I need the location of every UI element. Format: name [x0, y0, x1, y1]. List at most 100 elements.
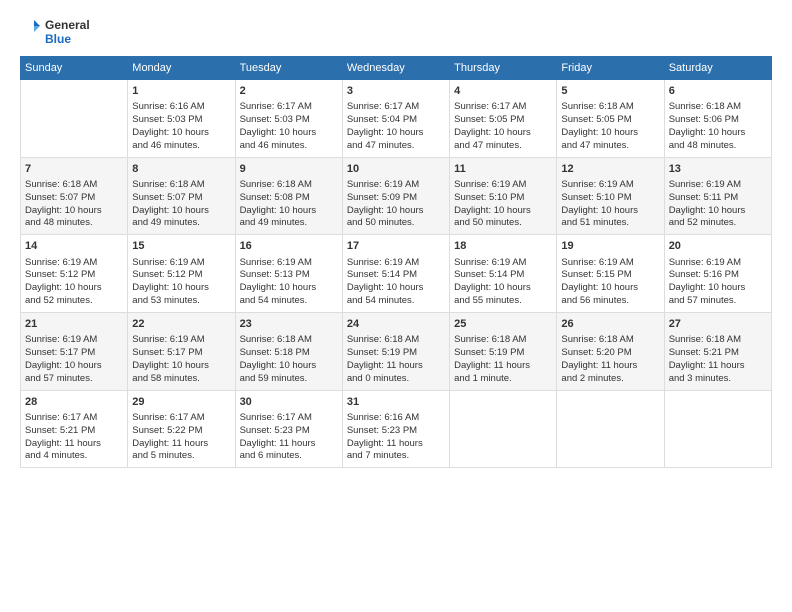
- day-number: 29: [132, 395, 230, 410]
- calendar-cell: 26Sunrise: 6:18 AM Sunset: 5:20 PM Dayli…: [557, 312, 664, 390]
- calendar-cell: 3 Sunrise: 6:17 AM Sunset: 5:04 PM Daylig…: [342, 80, 449, 158]
- day-number: 8: [132, 162, 230, 177]
- calendar-cell: [21, 80, 128, 158]
- calendar-cell: 30 Sunrise: 6:17 AM Sunset: 5:23 PM Dayli…: [235, 390, 342, 468]
- calendar-cell: 29 Sunrise: 6:17 AM Sunset: 5:22 PM Dayli…: [128, 390, 235, 468]
- week-row-2: 7 Sunrise: 6:18 AM Sunset: 5:07 PM Daylig…: [21, 157, 772, 235]
- calendar-cell: 2Sunrise: 6:17 AM Sunset: 5:03 PM Daylig…: [235, 80, 342, 158]
- calendar-cell: 13 Sunrise: 6:19 AM Sunset: 5:11 PM Dayli…: [664, 157, 771, 235]
- header: General Blue: [20, 18, 772, 48]
- day-number: 6: [669, 84, 767, 99]
- calendar-cell: 14Sunrise: 6:19 AM Sunset: 5:12 PM Dayli…: [21, 235, 128, 313]
- calendar-cell: 31Sunrise: 6:16 AM Sunset: 5:23 PM Dayli…: [342, 390, 449, 468]
- day-content: Sunrise: 6:18 AM Sunset: 5:06 PM Dayligh…: [669, 101, 767, 152]
- day-number: 3: [347, 84, 445, 99]
- calendar-cell: [450, 390, 557, 468]
- day-content: Sunrise: 6:17 AM Sunset: 5:05 PM Dayligh…: [454, 101, 552, 152]
- day-number: 24: [347, 317, 445, 332]
- day-content: Sunrise: 6:17 AM Sunset: 5:22 PM Dayligh…: [132, 412, 230, 463]
- day-number: 22: [132, 317, 230, 332]
- day-content: Sunrise: 6:19 AM Sunset: 5:12 PM Dayligh…: [132, 257, 230, 308]
- day-content: Sunrise: 6:18 AM Sunset: 5:19 PM Dayligh…: [454, 334, 552, 385]
- day-number: 17: [347, 239, 445, 254]
- day-content: Sunrise: 6:17 AM Sunset: 5:04 PM Dayligh…: [347, 101, 445, 152]
- day-content: Sunrise: 6:19 AM Sunset: 5:14 PM Dayligh…: [454, 257, 552, 308]
- calendar-cell: 11 Sunrise: 6:19 AM Sunset: 5:10 PM Dayli…: [450, 157, 557, 235]
- calendar-cell: 16Sunrise: 6:19 AM Sunset: 5:13 PM Dayli…: [235, 235, 342, 313]
- day-number: 25: [454, 317, 552, 332]
- calendar-cell: 10 Sunrise: 6:19 AM Sunset: 5:09 PM Dayli…: [342, 157, 449, 235]
- day-number: 10: [347, 162, 445, 177]
- calendar-table: SundayMondayTuesdayWednesdayThursdayFrid…: [20, 56, 772, 468]
- calendar-cell: 7 Sunrise: 6:18 AM Sunset: 5:07 PM Daylig…: [21, 157, 128, 235]
- day-content: Sunrise: 6:16 AM Sunset: 5:03 PM Dayligh…: [132, 101, 230, 152]
- day-content: Sunrise: 6:19 AM Sunset: 5:12 PM Dayligh…: [25, 257, 123, 308]
- day-number: 13: [669, 162, 767, 177]
- day-content: Sunrise: 6:18 AM Sunset: 5:05 PM Dayligh…: [561, 101, 659, 152]
- calendar-cell: 4 Sunrise: 6:17 AM Sunset: 5:05 PM Daylig…: [450, 80, 557, 158]
- day-content: Sunrise: 6:18 AM Sunset: 5:19 PM Dayligh…: [347, 334, 445, 385]
- day-number: 5: [561, 84, 659, 99]
- header-row: SundayMondayTuesdayWednesdayThursdayFrid…: [21, 57, 772, 80]
- logo: General Blue: [20, 18, 90, 48]
- calendar-cell: 19Sunrise: 6:19 AM Sunset: 5:15 PM Dayli…: [557, 235, 664, 313]
- header-saturday: Saturday: [664, 57, 771, 80]
- day-content: Sunrise: 6:18 AM Sunset: 5:21 PM Dayligh…: [669, 334, 767, 385]
- day-number: 9: [240, 162, 338, 177]
- week-row-4: 21 Sunrise: 6:19 AM Sunset: 5:17 PM Dayli…: [21, 312, 772, 390]
- header-thursday: Thursday: [450, 57, 557, 80]
- logo-blue: Blue: [45, 33, 90, 47]
- day-content: Sunrise: 6:18 AM Sunset: 5:07 PM Dayligh…: [25, 179, 123, 230]
- day-content: Sunrise: 6:17 AM Sunset: 5:21 PM Dayligh…: [25, 412, 123, 463]
- day-content: Sunrise: 6:19 AM Sunset: 5:11 PM Dayligh…: [669, 179, 767, 230]
- header-monday: Monday: [128, 57, 235, 80]
- calendar-cell: 20 Sunrise: 6:19 AM Sunset: 5:16 PM Dayli…: [664, 235, 771, 313]
- day-content: Sunrise: 6:17 AM Sunset: 5:23 PM Dayligh…: [240, 412, 338, 463]
- calendar-cell: 27 Sunrise: 6:18 AM Sunset: 5:21 PM Dayli…: [664, 312, 771, 390]
- calendar-cell: 8Sunrise: 6:18 AM Sunset: 5:07 PM Daylig…: [128, 157, 235, 235]
- calendar-cell: [664, 390, 771, 468]
- day-number: 18: [454, 239, 552, 254]
- day-number: 27: [669, 317, 767, 332]
- week-row-1: 1 Sunrise: 6:16 AM Sunset: 5:03 PM Daylig…: [21, 80, 772, 158]
- calendar-cell: 5 Sunrise: 6:18 AM Sunset: 5:05 PM Daylig…: [557, 80, 664, 158]
- header-sunday: Sunday: [21, 57, 128, 80]
- day-number: 19: [561, 239, 659, 254]
- day-number: 20: [669, 239, 767, 254]
- week-row-5: 28 Sunrise: 6:17 AM Sunset: 5:21 PM Dayli…: [21, 390, 772, 468]
- logo-general: General: [45, 19, 90, 33]
- calendar-cell: 25 Sunrise: 6:18 AM Sunset: 5:19 PM Dayli…: [450, 312, 557, 390]
- calendar-cell: [557, 390, 664, 468]
- calendar-cell: 1 Sunrise: 6:16 AM Sunset: 5:03 PM Daylig…: [128, 80, 235, 158]
- day-number: 31: [347, 395, 445, 410]
- day-content: Sunrise: 6:19 AM Sunset: 5:13 PM Dayligh…: [240, 257, 338, 308]
- day-number: 7: [25, 162, 123, 177]
- day-number: 21: [25, 317, 123, 332]
- calendar-cell: 6 Sunrise: 6:18 AM Sunset: 5:06 PM Daylig…: [664, 80, 771, 158]
- day-content: Sunrise: 6:19 AM Sunset: 5:14 PM Dayligh…: [347, 257, 445, 308]
- day-number: 11: [454, 162, 552, 177]
- calendar-cell: 23Sunrise: 6:18 AM Sunset: 5:18 PM Dayli…: [235, 312, 342, 390]
- day-content: Sunrise: 6:19 AM Sunset: 5:10 PM Dayligh…: [454, 179, 552, 230]
- logo-svg: [20, 18, 40, 42]
- day-number: 1: [132, 84, 230, 99]
- day-content: Sunrise: 6:17 AM Sunset: 5:03 PM Dayligh…: [240, 101, 338, 152]
- day-content: Sunrise: 6:19 AM Sunset: 5:17 PM Dayligh…: [25, 334, 123, 385]
- calendar-cell: 15 Sunrise: 6:19 AM Sunset: 5:12 PM Dayli…: [128, 235, 235, 313]
- day-content: Sunrise: 6:19 AM Sunset: 5:16 PM Dayligh…: [669, 257, 767, 308]
- day-content: Sunrise: 6:19 AM Sunset: 5:17 PM Dayligh…: [132, 334, 230, 385]
- day-content: Sunrise: 6:19 AM Sunset: 5:09 PM Dayligh…: [347, 179, 445, 230]
- day-content: Sunrise: 6:19 AM Sunset: 5:10 PM Dayligh…: [561, 179, 659, 230]
- calendar-cell: 17 Sunrise: 6:19 AM Sunset: 5:14 PM Dayli…: [342, 235, 449, 313]
- day-number: 23: [240, 317, 338, 332]
- calendar-cell: 21 Sunrise: 6:19 AM Sunset: 5:17 PM Dayli…: [21, 312, 128, 390]
- day-number: 4: [454, 84, 552, 99]
- calendar-cell: 18 Sunrise: 6:19 AM Sunset: 5:14 PM Dayli…: [450, 235, 557, 313]
- header-friday: Friday: [557, 57, 664, 80]
- calendar-cell: 22 Sunrise: 6:19 AM Sunset: 5:17 PM Dayli…: [128, 312, 235, 390]
- header-tuesday: Tuesday: [235, 57, 342, 80]
- day-content: Sunrise: 6:18 AM Sunset: 5:08 PM Dayligh…: [240, 179, 338, 230]
- day-number: 28: [25, 395, 123, 410]
- day-number: 30: [240, 395, 338, 410]
- day-number: 15: [132, 239, 230, 254]
